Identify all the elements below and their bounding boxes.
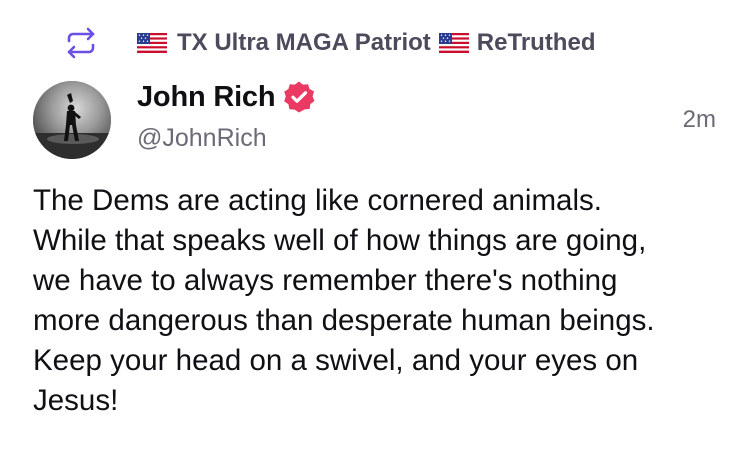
post-timestamp[interactable]: 2m (683, 106, 716, 134)
us-flag-icon (137, 33, 167, 53)
avatar[interactable] (33, 81, 111, 159)
post-body-line: we have to always remember there's nothi… (33, 264, 618, 297)
author-name-row: John Rich (137, 80, 316, 114)
author-handle[interactable]: @JohnRich (137, 124, 267, 153)
post-body: The Dems are acting like cornered animal… (33, 181, 723, 421)
post-body-line: While that speaks well of how things are… (33, 224, 647, 257)
retruth-account-name[interactable]: TX Ultra MAGA Patriot (177, 29, 431, 57)
post-body-line: more dangerous than desperate human bein… (33, 304, 655, 337)
post-card[interactable]: TX Ultra MAGA Patriot ReTruthed John Ric… (0, 0, 750, 454)
avatar-photo (33, 81, 111, 159)
repost-arrows-icon (67, 27, 95, 59)
author-display-name[interactable]: John Rich (137, 81, 276, 114)
retruth-header: TX Ultra MAGA Patriot ReTruthed (62, 24, 595, 62)
retruth-action-label: ReTruthed (476, 29, 596, 56)
verified-badge-icon (284, 81, 315, 113)
post-body-line: Jesus! (33, 384, 119, 417)
us-flag-icon (438, 33, 469, 53)
post-body-line: The Dems are acting like cornered animal… (33, 184, 602, 217)
post-body-line: Keep your head on a swivel, and your eye… (33, 344, 639, 377)
